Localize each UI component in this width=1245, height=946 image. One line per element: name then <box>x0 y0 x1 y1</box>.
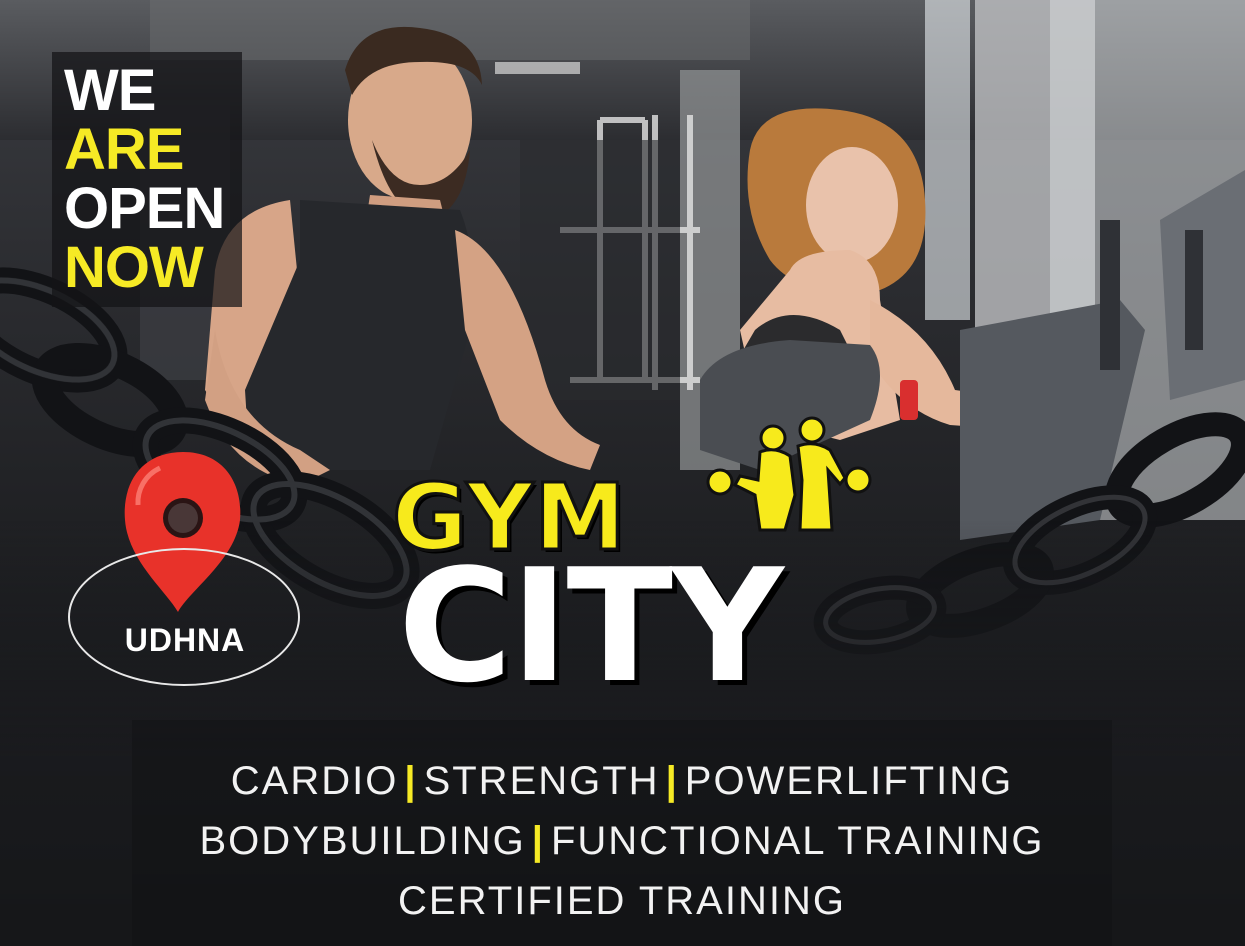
services-line-1: CARDIO | STRENGTH | POWERLIFTING <box>132 758 1112 804</box>
headline-line-2: ARE <box>64 117 184 182</box>
location-oval <box>68 548 300 686</box>
service-powerlifting: POWERLIFTING <box>684 759 1014 803</box>
separator: | <box>531 819 545 863</box>
services-line-2: BODYBUILDING | FUNCTIONAL TRAINING <box>132 818 1112 864</box>
gym-poster: WE ARE OPEN NOW UDHNA GYM CITY CARDIO | ST… <box>0 0 1245 946</box>
brand-word-city: CITY <box>398 535 784 717</box>
separator: | <box>404 759 418 803</box>
service-cardio: CARDIO <box>230 759 399 803</box>
service-functional-training: FUNCTIONAL TRAINING <box>550 819 1045 863</box>
service-bodybuilding: BODYBUILDING <box>199 819 526 863</box>
service-certified-training: CERTIFIED TRAINING <box>398 879 846 923</box>
service-strength: STRENGTH <box>423 759 660 803</box>
headline-line-4: NOW <box>64 235 204 300</box>
headline-line-3: OPEN <box>64 176 225 241</box>
separator: | <box>665 759 679 803</box>
services-line-3: CERTIFIED TRAINING <box>132 878 1112 924</box>
headline-line-1: WE <box>64 58 156 123</box>
location-name: UDHNA <box>124 622 246 658</box>
